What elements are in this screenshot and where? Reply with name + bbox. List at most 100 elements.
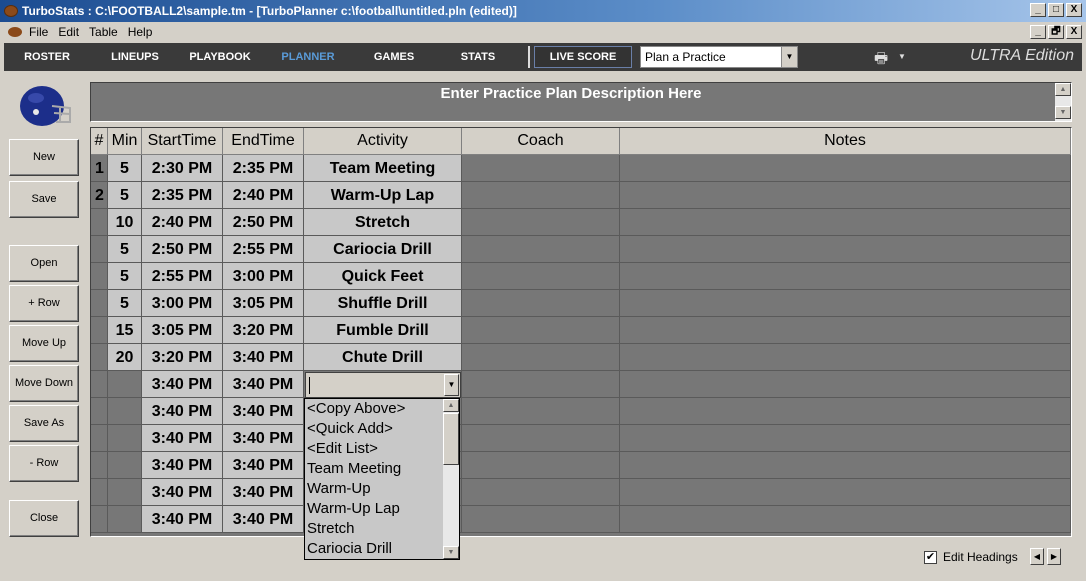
start-time-cell[interactable]: 2:50 PM xyxy=(142,236,223,263)
notes-cell[interactable] xyxy=(620,479,1071,506)
coach-cell[interactable] xyxy=(462,290,620,317)
row-number-cell[interactable] xyxy=(91,452,108,479)
column-header-starttime[interactable]: StartTime xyxy=(142,128,223,155)
move-down-button[interactable]: Move Down xyxy=(9,365,79,402)
activity-combo-editor[interactable]: ▼ xyxy=(305,372,461,398)
maximize-button[interactable]: □ xyxy=(1048,3,1064,17)
row-number-cell[interactable]: 2 xyxy=(91,182,108,209)
add-row-button[interactable]: + Row xyxy=(9,285,79,322)
dropdown-option[interactable]: Stretch xyxy=(305,519,459,539)
start-time-cell[interactable]: 3:40 PM xyxy=(142,398,223,425)
activity-cell[interactable]: Warm-Up Lap xyxy=(304,182,462,209)
coach-cell[interactable] xyxy=(462,344,620,371)
coach-cell[interactable] xyxy=(462,479,620,506)
notes-cell[interactable] xyxy=(620,236,1071,263)
activity-cell[interactable]: Stretch xyxy=(304,209,462,236)
min-cell[interactable]: 20 xyxy=(108,344,142,371)
start-time-cell[interactable]: 3:40 PM xyxy=(142,452,223,479)
activity-cell[interactable]: Quick Feet xyxy=(304,263,462,290)
row-number-cell[interactable] xyxy=(91,506,108,533)
end-time-cell[interactable]: 3:20 PM xyxy=(223,317,304,344)
start-time-cell[interactable]: 3:40 PM xyxy=(142,425,223,452)
notes-cell[interactable] xyxy=(620,344,1071,371)
notes-cell[interactable] xyxy=(620,317,1071,344)
new-button[interactable]: New xyxy=(9,139,79,176)
remove-row-button[interactable]: - Row xyxy=(9,445,79,482)
live-score-button[interactable]: LIVE SCORE xyxy=(534,46,632,68)
start-time-cell[interactable]: 3:00 PM xyxy=(142,290,223,317)
min-cell[interactable] xyxy=(108,506,142,533)
notes-cell[interactable] xyxy=(620,263,1071,290)
column-header-endtime[interactable]: EndTime xyxy=(223,128,304,155)
plan-mode-select[interactable]: Plan a Practice ▼ xyxy=(640,46,798,68)
minimize-button[interactable]: _ xyxy=(1030,3,1046,17)
activity-cell[interactable]: Fumble Drill xyxy=(304,317,462,344)
menu-help[interactable]: Help xyxy=(125,25,160,39)
start-time-cell[interactable]: 3:40 PM xyxy=(142,371,223,398)
min-cell[interactable]: 5 xyxy=(108,236,142,263)
dropdown-option[interactable]: Warm-Up xyxy=(305,479,459,499)
min-cell[interactable] xyxy=(108,479,142,506)
row-number-cell[interactable] xyxy=(91,344,108,371)
column-header-notes[interactable]: Notes xyxy=(620,128,1071,155)
start-time-cell[interactable]: 2:55 PM xyxy=(142,263,223,290)
start-time-cell[interactable]: 3:40 PM xyxy=(142,506,223,533)
scroll-up-icon[interactable]: ▲ xyxy=(1055,83,1071,96)
row-number-cell[interactable] xyxy=(91,371,108,398)
save-as-button[interactable]: Save As xyxy=(9,405,79,442)
scrollbar-thumb[interactable] xyxy=(443,413,459,465)
menu-file[interactable]: File xyxy=(26,25,55,39)
move-up-button[interactable]: Move Up xyxy=(9,325,79,362)
mdi-restore-button[interactable]: 🗗 xyxy=(1048,25,1064,39)
nav-lineups[interactable]: LINEUPS xyxy=(108,51,162,63)
end-time-cell[interactable]: 3:40 PM xyxy=(223,398,304,425)
start-time-cell[interactable]: 2:30 PM xyxy=(142,155,223,182)
dropdown-option[interactable]: Warm-Up Lap xyxy=(305,499,459,519)
save-button[interactable]: Save xyxy=(9,181,79,218)
end-time-cell[interactable]: 2:55 PM xyxy=(223,236,304,263)
column-header-coach[interactable]: Coach xyxy=(462,128,620,155)
coach-cell[interactable] xyxy=(462,452,620,479)
row-number-cell[interactable]: 1 xyxy=(91,155,108,182)
mdi-minimize-button[interactable]: _ xyxy=(1030,25,1046,39)
coach-cell[interactable] xyxy=(462,371,620,398)
practice-description-field[interactable]: Enter Practice Plan Description Here ▲ ▼ xyxy=(90,82,1072,122)
notes-cell[interactable] xyxy=(620,506,1071,533)
scroll-right-icon[interactable]: ▶ xyxy=(1047,548,1061,565)
end-time-cell[interactable]: 3:05 PM xyxy=(223,290,304,317)
min-cell[interactable] xyxy=(108,371,142,398)
notes-cell[interactable] xyxy=(620,398,1071,425)
column-header-activity[interactable]: Activity xyxy=(304,128,462,155)
row-number-cell[interactable] xyxy=(91,236,108,263)
min-cell[interactable]: 5 xyxy=(108,263,142,290)
chevron-down-icon[interactable]: ▼ xyxy=(444,374,459,396)
close-plan-button[interactable]: Close xyxy=(9,500,79,537)
end-time-cell[interactable]: 3:40 PM xyxy=(223,506,304,533)
open-button[interactable]: Open xyxy=(9,245,79,282)
row-number-cell[interactable] xyxy=(91,479,108,506)
coach-cell[interactable] xyxy=(462,398,620,425)
notes-cell[interactable] xyxy=(620,290,1071,317)
min-cell[interactable] xyxy=(108,425,142,452)
notes-cell[interactable] xyxy=(620,209,1071,236)
dropdown-scrollbar[interactable]: ▲ ▼ xyxy=(443,399,459,559)
min-cell[interactable] xyxy=(108,452,142,479)
coach-cell[interactable] xyxy=(462,317,620,344)
nav-games[interactable]: GAMES xyxy=(368,51,420,63)
coach-cell[interactable] xyxy=(462,209,620,236)
row-number-cell[interactable] xyxy=(91,263,108,290)
dropdown-option[interactable]: <Quick Add> xyxy=(305,419,459,439)
activity-cell[interactable]: Team Meeting xyxy=(304,155,462,182)
dropdown-option[interactable]: Cariocia Drill xyxy=(305,539,459,559)
column-header-min[interactable]: Min xyxy=(108,128,142,155)
end-time-cell[interactable]: 2:50 PM xyxy=(223,209,304,236)
scroll-down-icon[interactable]: ▼ xyxy=(1055,106,1071,119)
notes-cell[interactable] xyxy=(620,155,1071,182)
min-cell[interactable]: 10 xyxy=(108,209,142,236)
min-cell[interactable]: 5 xyxy=(108,155,142,182)
menu-table[interactable]: Table xyxy=(86,25,125,39)
edit-headings-checkbox[interactable]: ✔ xyxy=(924,550,937,564)
scroll-left-icon[interactable]: ◀ xyxy=(1030,548,1044,565)
start-time-cell[interactable]: 2:35 PM xyxy=(142,182,223,209)
row-number-cell[interactable] xyxy=(91,290,108,317)
